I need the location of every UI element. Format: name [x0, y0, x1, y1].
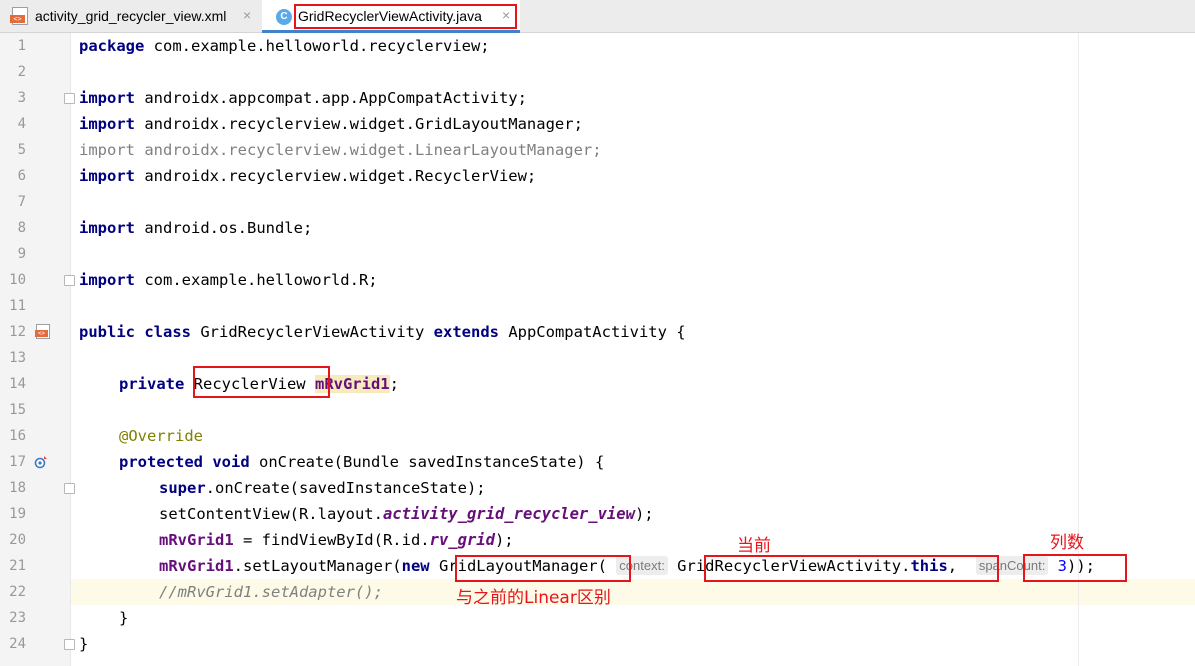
class-badge: <>	[35, 330, 48, 337]
line-number[interactable]: 8	[0, 215, 26, 241]
code-line-22[interactable]: //mRvGrid1.setAdapter();	[159, 579, 383, 605]
line-number[interactable]: 21	[0, 553, 26, 579]
code-line-18[interactable]: super.onCreate(savedInstanceState);	[159, 475, 486, 501]
line-number[interactable]: 13	[0, 345, 26, 371]
note-current: 当前	[737, 536, 771, 556]
code-line-24[interactable]: }	[79, 631, 88, 657]
highlight-box-active-tab	[294, 4, 517, 29]
code-line-5-unused-import[interactable]: import androidx.recyclerview.widget.Line…	[79, 137, 602, 163]
code-line-4[interactable]: import androidx.recyclerview.widget.Grid…	[79, 111, 583, 137]
line-number[interactable]: 16	[0, 423, 26, 449]
line-number[interactable]: 17	[0, 449, 26, 475]
line-number[interactable]: 22	[0, 579, 26, 605]
code-line-10[interactable]: import com.example.helloworld.R;	[79, 267, 378, 293]
override-method-icon[interactable]	[34, 455, 48, 469]
code-line-12[interactable]: public class GridRecyclerViewActivity ex…	[79, 319, 686, 345]
line-number[interactable]: 12	[0, 319, 26, 345]
line-number-gutter: 1 2 3 4 5 6 7 8 9 10 11 12 13 14 15 16 1…	[0, 33, 103, 666]
code-line-3[interactable]: import androidx.appcompat.app.AppCompatA…	[79, 85, 527, 111]
line-number[interactable]: 2	[0, 59, 26, 85]
editor-tab-bar: <> activity_grid_recycler_view.xml × C G…	[0, 0, 1195, 33]
highlight-box-context-arg	[704, 555, 999, 582]
line-number[interactable]: 4	[0, 111, 26, 137]
close-icon[interactable]: ×	[243, 7, 251, 23]
highlight-box-grid-layout-manager	[455, 555, 631, 582]
line-number[interactable]: 3	[0, 85, 26, 111]
class-file-icon[interactable]: <>	[35, 324, 50, 339]
code-line-16[interactable]: @Override	[119, 423, 203, 449]
line-number[interactable]: 6	[0, 163, 26, 189]
line-number[interactable]: 23	[0, 605, 26, 631]
xml-badge: <>	[10, 15, 25, 23]
tab-activity-grid-recycler-view-xml[interactable]: <> activity_grid_recycler_view.xml ×	[0, 0, 262, 33]
highlight-box-recyclerview-type	[193, 366, 330, 398]
line-number[interactable]: 7	[0, 189, 26, 215]
highlight-box-span-count	[1023, 554, 1127, 582]
code-line-6[interactable]: import androidx.recyclerview.widget.Recy…	[79, 163, 536, 189]
line-number[interactable]: 1	[0, 33, 26, 59]
code-line-1[interactable]: package com.example.helloworld.recyclerv…	[79, 33, 490, 59]
line-number[interactable]: 9	[0, 241, 26, 267]
code-line-19[interactable]: setContentView(R.layout.activity_grid_re…	[159, 501, 654, 527]
line-number[interactable]: 19	[0, 501, 26, 527]
tab-label: activity_grid_recycler_view.xml	[35, 8, 227, 24]
line-number[interactable]: 10	[0, 267, 26, 293]
code-line-8[interactable]: import android.os.Bundle;	[79, 215, 312, 241]
line-number[interactable]: 5	[0, 137, 26, 163]
line-number[interactable]: 15	[0, 397, 26, 423]
note-columns: 列数	[1050, 533, 1084, 553]
code-line-17[interactable]: protected void onCreate(Bundle savedInst…	[119, 449, 604, 475]
xml-file-icon: <>	[10, 7, 28, 25]
line-number[interactable]: 20	[0, 527, 26, 553]
code-line-23[interactable]: }	[119, 605, 128, 631]
line-number[interactable]: 11	[0, 293, 26, 319]
line-number[interactable]: 18	[0, 475, 26, 501]
java-class-icon: C	[276, 9, 292, 25]
code-line-20[interactable]: mRvGrid1 = findViewById(R.id.rv_grid);	[159, 527, 514, 553]
note-diff-from-linear: 与之前的Linear区别	[456, 588, 611, 608]
line-number[interactable]: 24	[0, 631, 26, 657]
line-number[interactable]: 14	[0, 371, 26, 397]
